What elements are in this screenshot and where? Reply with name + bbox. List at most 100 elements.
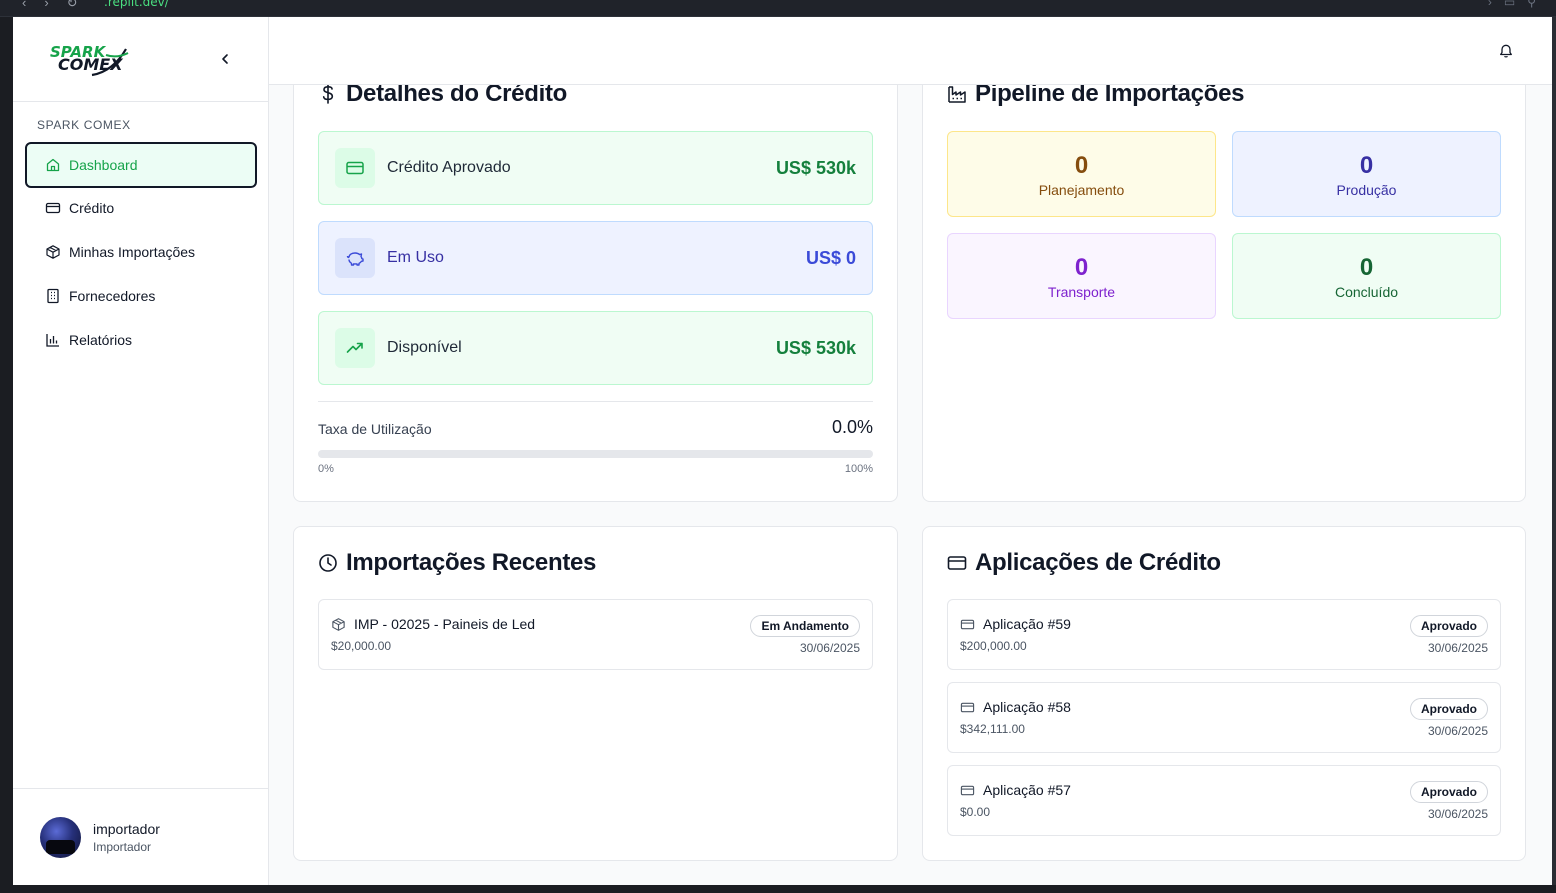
status-badge: Aprovado	[1409, 615, 1488, 637]
pipeline-stage-planejamento[interactable]: 0 Planejamento	[947, 131, 1216, 217]
credit-card-icon	[45, 200, 61, 216]
stage-count: 0	[1074, 254, 1089, 281]
application-date: 30/06/2025	[1427, 641, 1488, 655]
status-badge: Aprovado	[1409, 698, 1488, 720]
logo-swoosh-icon	[91, 48, 129, 77]
application-amount: $200,000.00	[960, 639, 1027, 653]
main-content: Detalhes do Crédito Crédito Aprovado US$…	[269, 85, 1552, 885]
bell-icon	[1500, 44, 1512, 58]
browser-actions[interactable]: ›▭⚲	[1488, 0, 1548, 9]
approved-credit-value: US$ 530k	[775, 157, 856, 178]
progress-min-label: 0%	[318, 463, 334, 475]
available-value: US$ 530k	[775, 337, 856, 358]
sidebar-item-relatorios[interactable]: Relatórios	[25, 318, 257, 362]
stage-label: Planejamento	[1038, 182, 1125, 198]
stage-count: 0	[1359, 152, 1374, 179]
package-icon	[45, 244, 61, 260]
sidebar-item-label: Dashboard	[69, 157, 138, 173]
window-edge-bottom	[0, 885, 1556, 893]
status-badge: Em Andamento	[750, 615, 860, 637]
user-name: importador	[93, 821, 160, 837]
in-use-label: Em Uso	[387, 249, 444, 266]
stage-count: 0	[1074, 152, 1089, 179]
pipeline-stage-producao[interactable]: 0 Produção	[1232, 131, 1501, 217]
stage-label: Produção	[1336, 182, 1397, 198]
trending-up-icon	[335, 328, 375, 368]
browser-url[interactable]: .replit.dev/	[104, 0, 169, 9]
card-title-text: Pipeline de Importações	[975, 85, 1245, 107]
utilization-value: 0.0%	[831, 417, 873, 437]
sidebar-item-label: Relatórios	[69, 332, 133, 348]
divider	[318, 401, 873, 402]
application-name: Aplicação #57	[960, 782, 1071, 798]
sidebar-item-credito[interactable]: Crédito	[25, 186, 257, 230]
stage-label: Transporte	[1047, 284, 1116, 300]
sidebar-nav: Dashboard Crédito Minhas Importações For…	[25, 142, 257, 362]
list-item[interactable]: IMP - 02025 - Paineis de Led $20,000.00 …	[318, 599, 873, 670]
in-use-credit-box: Em Uso US$ 0	[318, 221, 873, 295]
in-use-value: US$ 0	[805, 247, 856, 268]
stage-label: Concluído	[1334, 284, 1399, 300]
bar-chart-icon	[45, 332, 61, 348]
avatar[interactable]	[40, 817, 81, 858]
scrollbar[interactable]	[1552, 17, 1556, 893]
clock-icon	[318, 553, 338, 573]
sidebar-item-fornecedores[interactable]: Fornecedores	[25, 274, 257, 318]
card-title-text: Importações Recentes	[346, 549, 597, 576]
notifications-button[interactable]	[1498, 43, 1514, 64]
status-badge: Aprovado	[1409, 781, 1488, 803]
stage-count: 0	[1359, 254, 1374, 281]
application-name: Aplicação #59	[960, 616, 1071, 632]
list-item[interactable]: Aplicação #57 $0.00 Aprovado 30/06/2025	[947, 765, 1501, 836]
credit-card-icon	[960, 617, 975, 632]
window-edge-left	[0, 17, 13, 893]
credit-card-icon	[335, 148, 375, 188]
credit-card-icon	[960, 700, 975, 715]
user-role: Importador	[93, 840, 152, 854]
chevron-left-icon	[222, 54, 228, 64]
import-date: 30/06/2025	[799, 641, 860, 655]
approved-credit-label: Crédito Aprovado	[387, 159, 511, 176]
browser-nav-icons[interactable]: ‹›↻	[22, 0, 96, 11]
sidebar-item-label: Crédito	[69, 200, 115, 216]
list-item[interactable]: Aplicação #58 $342,111.00 Aprovado 30/06…	[947, 682, 1501, 753]
credit-card-icon	[960, 783, 975, 798]
top-header	[269, 17, 1552, 85]
credit-details-title: Detalhes do Crédito	[318, 85, 567, 108]
pipeline-title: Pipeline de Importações	[947, 85, 1244, 108]
utilization-progress-bar	[318, 450, 873, 458]
collapse-sidebar-button[interactable]	[215, 49, 235, 69]
building-icon	[45, 288, 61, 304]
dollar-sign-icon	[318, 85, 338, 105]
logo-area: SPARK COMEX	[13, 17, 268, 102]
import-amount: $20,000.00	[331, 639, 392, 653]
available-credit-box: Disponível US$ 530k	[318, 311, 873, 385]
pipeline-stage-transporte[interactable]: 0 Transporte	[947, 233, 1216, 319]
sidebar-item-minhas-importacoes[interactable]: Minhas Importações	[25, 230, 257, 274]
import-name-text: IMP - 02025 - Paineis de Led	[354, 616, 536, 632]
list-item[interactable]: Aplicação #59 $200,000.00 Aprovado 30/06…	[947, 599, 1501, 670]
browser-toolbar: ‹›↻ .replit.dev/ ›▭⚲	[0, 0, 1556, 17]
application-date: 30/06/2025	[1427, 807, 1488, 821]
recent-imports-card: Importações Recentes IMP - 02025 - Paine…	[293, 526, 898, 861]
card-title-text: Detalhes do Crédito	[346, 85, 567, 107]
application-amount: $342,111.00	[960, 722, 1025, 736]
credit-applications-title: Aplicações de Crédito	[947, 549, 1221, 577]
application-date: 30/06/2025	[1427, 724, 1488, 738]
piggy-bank-icon	[335, 238, 375, 278]
sidebar-item-label: Minhas Importações	[69, 244, 196, 260]
credit-details-card: Detalhes do Crédito Crédito Aprovado US$…	[293, 85, 898, 502]
sidebar-item-dashboard[interactable]: Dashboard	[25, 142, 257, 188]
user-profile[interactable]: importador Importador	[13, 788, 268, 885]
credit-card-icon	[947, 553, 967, 573]
application-name-text: Aplicação #57	[983, 782, 1071, 798]
pipeline-stage-concluido[interactable]: 0 Concluído	[1232, 233, 1501, 319]
brand-logo[interactable]: SPARK COMEX	[50, 43, 132, 77]
credit-applications-card: Aplicações de Crédito Aplicação #59 $200…	[922, 526, 1526, 861]
factory-icon	[947, 85, 967, 104]
sidebar-section-label: SPARK COMEX	[37, 118, 131, 132]
progress-max-label: 100%	[844, 463, 873, 475]
card-title-text: Aplicações de Crédito	[975, 549, 1221, 576]
import-name: IMP - 02025 - Paineis de Led	[331, 616, 535, 632]
recent-imports-title: Importações Recentes	[318, 549, 596, 577]
